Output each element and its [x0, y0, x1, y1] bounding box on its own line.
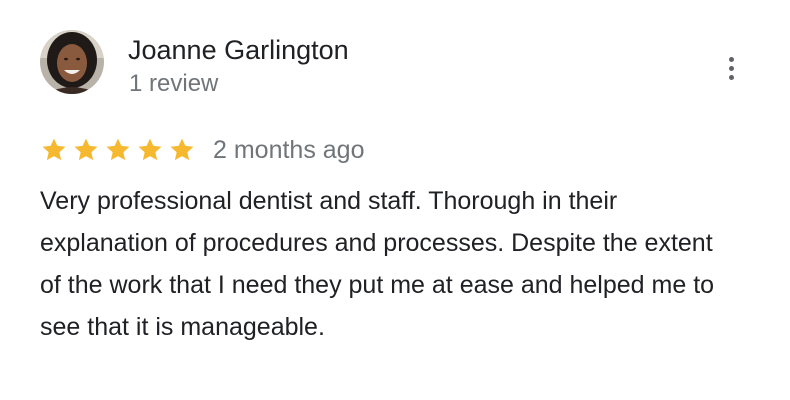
reviewer-name[interactable]: Joanne Garlington — [128, 34, 349, 66]
star-rating — [40, 136, 196, 164]
review-date: 2 months ago — [213, 136, 365, 164]
star-icon — [106, 138, 130, 161]
star-icon — [42, 138, 66, 161]
more-vert-icon — [728, 56, 734, 80]
review-card: Joanne Garlington 1 review 2 months ago … — [0, 0, 790, 400]
star-icon — [74, 138, 98, 161]
star-icon — [138, 138, 162, 161]
reviewer-review-count: 1 review — [129, 70, 219, 97]
more-options-button[interactable] — [718, 52, 744, 84]
review-text: Very professional dentist and staff. Tho… — [40, 187, 715, 341]
avatar[interactable] — [40, 30, 104, 94]
rating-row: 2 months ago — [40, 134, 365, 166]
star-icon — [170, 138, 194, 161]
avatar-image — [40, 30, 104, 94]
